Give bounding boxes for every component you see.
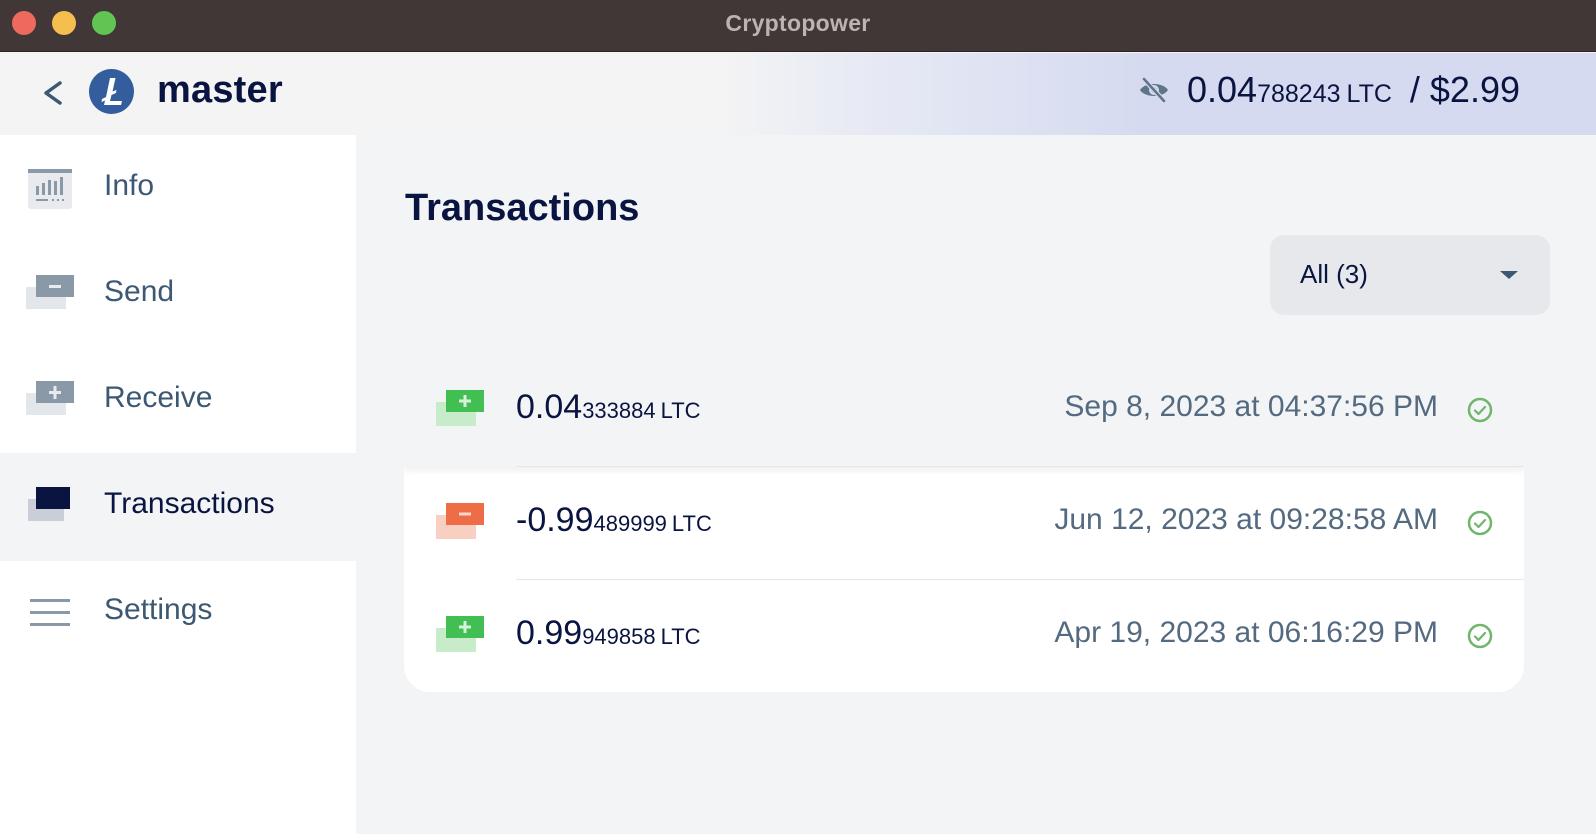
chevron-left-icon	[44, 81, 62, 105]
balance-usd: / $2.99	[1409, 69, 1520, 110]
page-title: Transactions	[405, 187, 640, 229]
sidebar-item-label: Settings	[104, 593, 213, 626]
balance-unit: LTC	[1346, 80, 1392, 108]
eye-off-icon[interactable]	[1137, 73, 1171, 107]
window-titlebar: Cryptopower	[0, 0, 1596, 52]
wallet-balance: 0.04 788243 LTC / $2.99	[1137, 69, 1520, 111]
received-icon	[436, 390, 484, 426]
amount-sub: 333884	[582, 398, 656, 423]
transaction-row[interactable]: -0.99 489999 LTC Jun 12, 2023 at 09:28:5…	[404, 467, 1524, 580]
sidebar-item-label: Transactions	[104, 487, 275, 520]
sidebar-item-label: Info	[104, 169, 155, 202]
send-icon	[26, 275, 74, 309]
amount-unit: LTC	[660, 624, 701, 649]
amount-sub: 489999	[593, 511, 667, 536]
transaction-filter-dropdown[interactable]: All (3)	[1270, 235, 1550, 315]
sidebar: Info Send Receive Transactions Settings	[0, 135, 356, 834]
sidebar-item-label: Receive	[104, 381, 213, 414]
sidebar-item-info[interactable]: Info	[0, 135, 356, 243]
transaction-date: Sep 8, 2023 at 04:37:56 PM	[1064, 390, 1438, 423]
confirmed-check-icon	[1467, 510, 1493, 536]
receive-icon	[26, 381, 74, 415]
transaction-amount: -0.99 489999 LTC	[516, 501, 712, 540]
amount-unit: LTC	[660, 398, 701, 423]
back-button[interactable]	[38, 73, 70, 113]
wallet-header: master 0.04 788243 LTC / $2.99	[0, 53, 1596, 135]
amount-main: 0.04	[516, 388, 583, 426]
transaction-date: Jun 12, 2023 at 09:28:58 AM	[1054, 503, 1438, 536]
transaction-amount: 0.04 333884 LTC	[516, 388, 701, 427]
balance-sub: 788243	[1257, 80, 1341, 108]
amount-main: -0.99	[516, 501, 594, 539]
balance-main: 0.04	[1187, 69, 1258, 110]
confirmed-check-icon	[1467, 623, 1493, 649]
sidebar-item-settings[interactable]: Settings	[0, 559, 356, 667]
main-content: Transactions All (3) 0.04 333884 LTC Sep…	[356, 135, 1596, 834]
sidebar-item-transactions[interactable]: Transactions	[0, 453, 356, 561]
transaction-date: Apr 19, 2023 at 06:16:29 PM	[1054, 616, 1438, 649]
transaction-list: 0.04 333884 LTC Sep 8, 2023 at 04:37:56 …	[404, 354, 1524, 692]
window-title: Cryptopower	[725, 10, 871, 36]
sidebar-item-receive[interactable]: Receive	[0, 347, 356, 455]
received-icon	[436, 616, 484, 652]
amount-main: 0.99	[516, 614, 583, 652]
litecoin-icon	[89, 69, 134, 114]
info-chart-icon	[28, 169, 72, 209]
transaction-row[interactable]: 0.04 333884 LTC Sep 8, 2023 at 04:37:56 …	[404, 354, 1524, 467]
transaction-amount: 0.99 949858 LTC	[516, 614, 701, 653]
sidebar-item-label: Send	[104, 275, 175, 308]
transaction-row[interactable]: 0.99 949858 LTC Apr 19, 2023 at 06:16:29…	[404, 580, 1524, 692]
filter-selected-value: All (3)	[1300, 259, 1368, 289]
caret-down-icon	[1500, 271, 1518, 279]
amount-sub: 949858	[582, 624, 656, 649]
amount-unit: LTC	[671, 511, 712, 536]
confirmed-check-icon	[1467, 397, 1493, 423]
sent-icon	[436, 503, 484, 539]
transactions-icon	[28, 487, 70, 521]
wallet-name: master	[157, 69, 283, 111]
row-divider	[516, 466, 1524, 467]
sidebar-item-send[interactable]: Send	[0, 241, 356, 349]
menu-icon	[30, 599, 70, 626]
